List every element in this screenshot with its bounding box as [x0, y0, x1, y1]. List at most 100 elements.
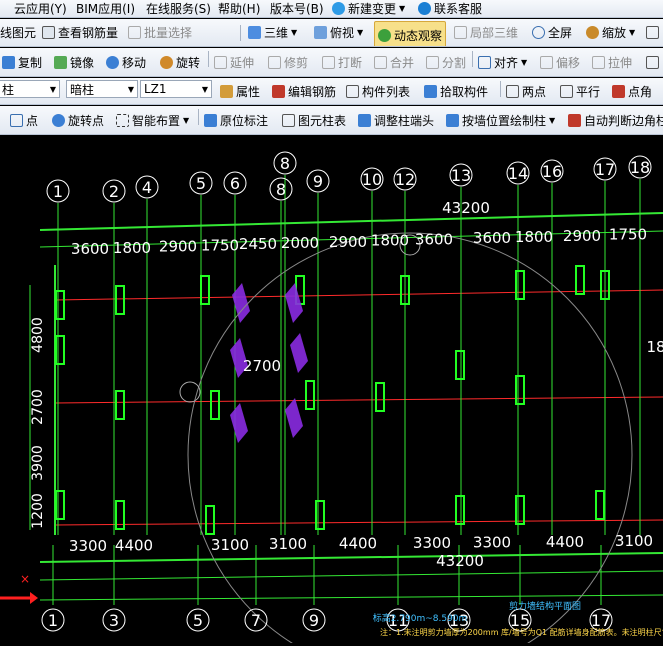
toolbar-label: 分割 [442, 55, 467, 70]
new-change-button[interactable]: 新建变更 ▼ [332, 0, 405, 17]
ucs-arrow [30, 592, 38, 604]
highlighted-column [285, 283, 303, 323]
more-edit-button[interactable] [646, 48, 659, 76]
more-toolbar-button[interactable] [646, 19, 659, 46]
toolbar-component: 柱 ▼ 暗柱 ▼ LZ1 ▼ 属性 编辑钢筋 构件列表 拾取构件 两点 平行 点角 [0, 78, 663, 105]
dimension-label: 2700 [243, 357, 281, 375]
toolbar-label: 属性 [236, 84, 261, 99]
parallel-button[interactable]: 平行 [560, 78, 600, 104]
component-list-button[interactable]: 构件列表 [346, 78, 410, 104]
structural-plan-svg[interactable]: 1 2 4 5 6 889 10 12 13 14 16 17 181 3 5 7 9 11 13 15 1743200… [0, 135, 663, 646]
smart-layout-icon [116, 113, 129, 127]
toolbar-label: 图元柱表 [298, 113, 347, 128]
pick-component-button[interactable]: 拾取构件 [424, 78, 488, 104]
menu-bim-app[interactable]: BIM应用(I) [76, 0, 135, 17]
point-button[interactable]: 点 [10, 106, 38, 134]
smart-layout-button[interactable]: 智能布置 ▼ [116, 106, 189, 134]
local-3d-button[interactable]: 局部三维 [454, 19, 518, 46]
view-rebar-amount-button[interactable]: 查看钢筋量 [42, 19, 118, 46]
two-points-button[interactable]: 两点 [506, 78, 546, 104]
separator [500, 81, 501, 97]
drawing-canvas[interactable]: 1 2 4 5 6 8 8 9 10 12 13 14 16 17 18 1 3 5 7 9 11 13 15 17 43200… [0, 135, 663, 646]
menu-label: 在线服务(S) [146, 2, 211, 16]
column-marker [595, 490, 605, 520]
move-button[interactable]: 移动 [106, 48, 146, 76]
menu-online-service[interactable]: 在线服务(S) [146, 0, 211, 17]
in-place-annotation-button[interactable]: 原位标注 [204, 106, 268, 134]
component-type-select[interactable]: 柱 ▼ [0, 80, 60, 98]
edit-rebar-icon [272, 84, 285, 98]
column-marker [115, 285, 125, 315]
separator [472, 51, 473, 67]
annotation-icon [204, 113, 217, 127]
highlighted-column [290, 333, 308, 373]
toolbar-label: 按墙位置绘制柱 [462, 113, 547, 128]
dimension-label: 2900 [329, 233, 367, 251]
component-subtype-select[interactable]: 暗柱 ▼ [66, 80, 138, 98]
toolbar-label: 旋转 [176, 55, 201, 70]
copy-icon [2, 55, 15, 69]
dimension-label: 4400 [339, 535, 377, 553]
dimension-label: 1800 [113, 239, 151, 257]
column-marker [455, 350, 465, 380]
draw-by-wall-icon [446, 113, 459, 127]
separator [208, 51, 209, 67]
separator [240, 25, 241, 41]
rotate-point-button[interactable]: 旋转点 [52, 106, 104, 134]
axis-label: 7 [251, 611, 261, 630]
edit-rebar-button[interactable]: 编辑钢筋 [272, 78, 336, 104]
align-button[interactable]: 对齐 ▼ [478, 48, 527, 76]
stretch-button[interactable]: 拉伸 [592, 48, 632, 76]
toolbar-label: 自动判断边角柱 [584, 113, 663, 128]
axis-label: 6 [230, 174, 240, 193]
contact-label: 联系客服 [434, 2, 483, 16]
properties-button[interactable]: 属性 [220, 78, 260, 104]
column-marker [455, 495, 465, 525]
toolbar-label: 动态观察 [394, 29, 443, 43]
auto-corner-column-button[interactable]: 自动判断边角柱 [568, 106, 663, 134]
trim-button[interactable]: 修剪 [268, 48, 308, 76]
offset-button[interactable]: 偏移 [540, 48, 580, 76]
column-table-button[interactable]: 图元柱表 [282, 106, 346, 134]
zoom-button[interactable]: 缩放 ▼ [586, 19, 635, 46]
merge-button[interactable]: 合并 [374, 48, 414, 76]
axis-label: 16 [542, 162, 562, 181]
extend-button[interactable]: 延伸 [214, 48, 254, 76]
dimension-label: 2450 [239, 235, 277, 253]
break-button[interactable]: 打断 [322, 48, 362, 76]
point-angle-button[interactable]: 点角 [612, 78, 652, 104]
split-button[interactable]: 分割 [426, 48, 466, 76]
dimension-label: 4400 [546, 533, 584, 551]
view-3d-button[interactable]: 三维 ▼ [248, 19, 297, 46]
menu-help[interactable]: 帮助(H) [218, 0, 260, 17]
axis-label: 10 [362, 170, 382, 189]
dimension-label: 2000 [281, 234, 319, 252]
mirror-button[interactable]: 镜像 [54, 48, 94, 76]
batch-select-button[interactable]: 批量选择 [128, 19, 192, 46]
menu-cloud-app[interactable]: 云应用(Y) [14, 0, 67, 17]
highlighted-column [230, 403, 248, 443]
toolbar-label: 镜像 [70, 55, 95, 70]
rotate-button[interactable]: 旋转 [160, 48, 200, 76]
contact-support-button[interactable]: 联系客服 [418, 0, 482, 17]
toolbar-draw: 点 旋转点 智能布置 ▼ 原位标注 图元柱表 调整柱端头 按墙位置绘制柱 ▼ 自动判… [0, 106, 663, 135]
top-view-button[interactable]: 俯视 ▼ [314, 19, 363, 46]
table-icon [282, 113, 295, 127]
adjust-column-end-button[interactable]: 调整柱端头 [358, 106, 434, 134]
support-icon [418, 2, 431, 15]
select-element-button[interactable]: 线图元 [0, 19, 36, 46]
draw-by-wall-button[interactable]: 按墙位置绘制柱 ▼ [446, 106, 555, 134]
axis-label: 5 [193, 611, 203, 630]
break-icon [322, 55, 335, 69]
toolbar-view: 线图元 查看钢筋量 批量选择 三维 ▼ 俯视 ▼ 动态观察 局部三维 全屏 缩放 ▼ [0, 19, 663, 47]
total-dimension: 43200 [436, 552, 484, 570]
toolbar-label: 旋转点 [68, 113, 105, 128]
menu-version[interactable]: 版本号(B) [270, 0, 324, 17]
select-value: LZ1 [144, 82, 167, 96]
dynamic-observe-button[interactable]: 动态观察 [374, 21, 447, 46]
component-name-select[interactable]: LZ1 ▼ [140, 80, 212, 98]
copy-button[interactable]: 复制 [2, 48, 42, 76]
column-marker [55, 490, 65, 520]
fullscreen-button[interactable]: 全屏 [532, 19, 572, 46]
dimension-label: 3300 [413, 534, 451, 552]
